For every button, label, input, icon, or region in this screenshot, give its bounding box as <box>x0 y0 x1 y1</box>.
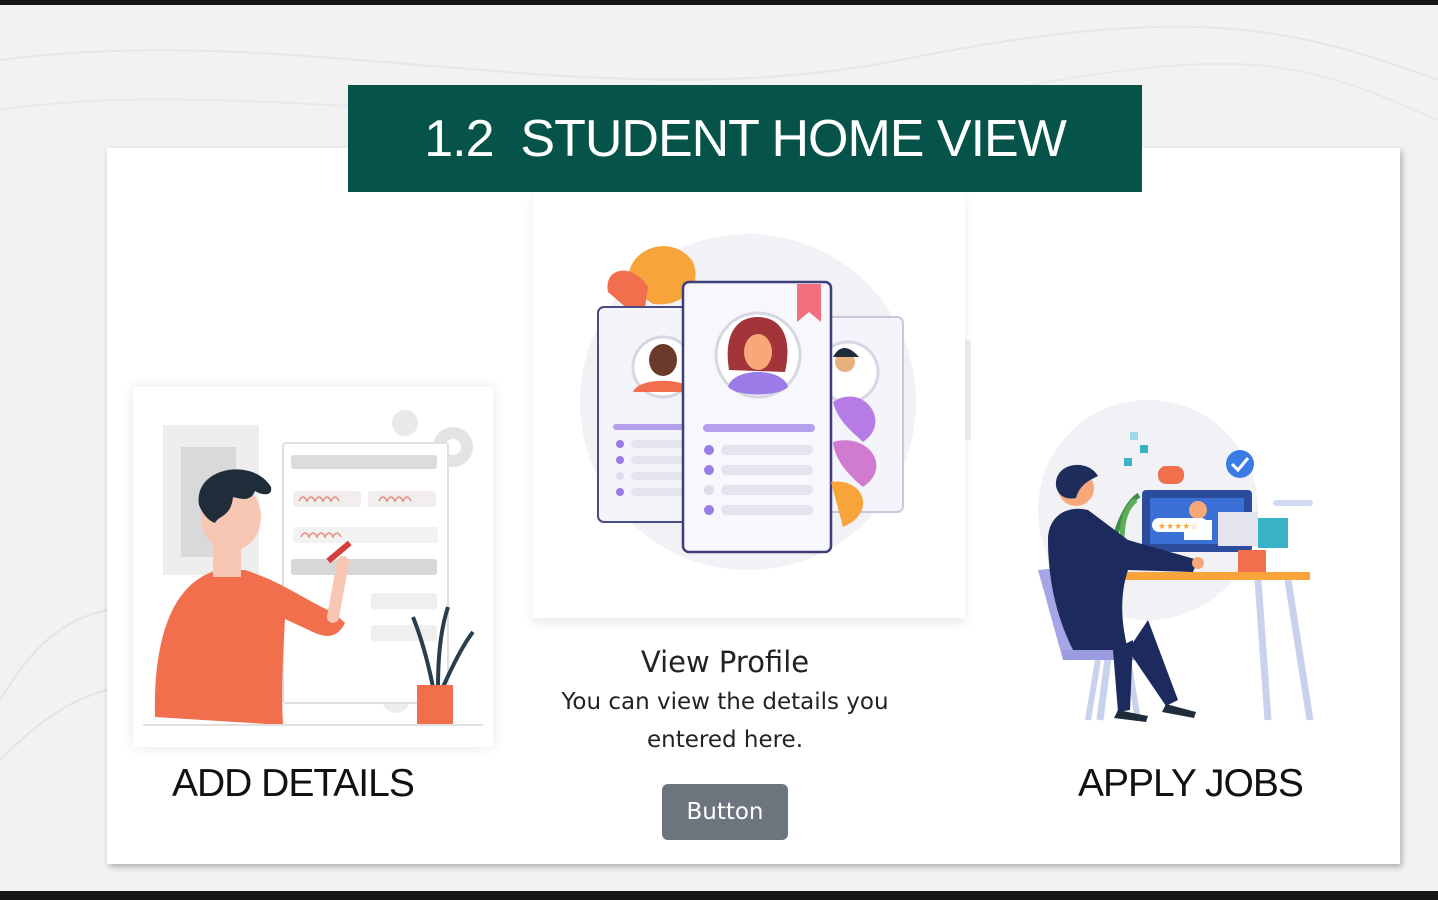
person-filling-form-illustration <box>143 410 483 726</box>
apply-jobs-card[interactable]: ★★★★☆ <box>1018 400 1318 730</box>
title-banner: 1.2 STUDENT HOME VIEW <box>348 85 1142 192</box>
svg-text:★★★★☆: ★★★★☆ <box>1158 522 1198 532</box>
person-at-desk-video-call-illustration: ★★★★☆ <box>1038 400 1314 722</box>
divider <box>965 340 971 440</box>
view-profile-description: You can view the details you entered her… <box>561 689 889 753</box>
view-profile-card <box>533 192 965 618</box>
apply-jobs-label[interactable]: APPLY JOBS <box>1078 762 1304 806</box>
add-details-card[interactable] <box>133 387 493 747</box>
page-title: 1.2 STUDENT HOME VIEW <box>424 109 1067 168</box>
view-profile-title: View Profile <box>640 645 810 679</box>
view-profile-button[interactable]: Button <box>662 784 788 840</box>
bottom-edge-bar <box>0 891 1438 900</box>
profile-cards-illustration <box>580 234 916 570</box>
add-details-label[interactable]: ADD DETAILS <box>172 762 415 806</box>
